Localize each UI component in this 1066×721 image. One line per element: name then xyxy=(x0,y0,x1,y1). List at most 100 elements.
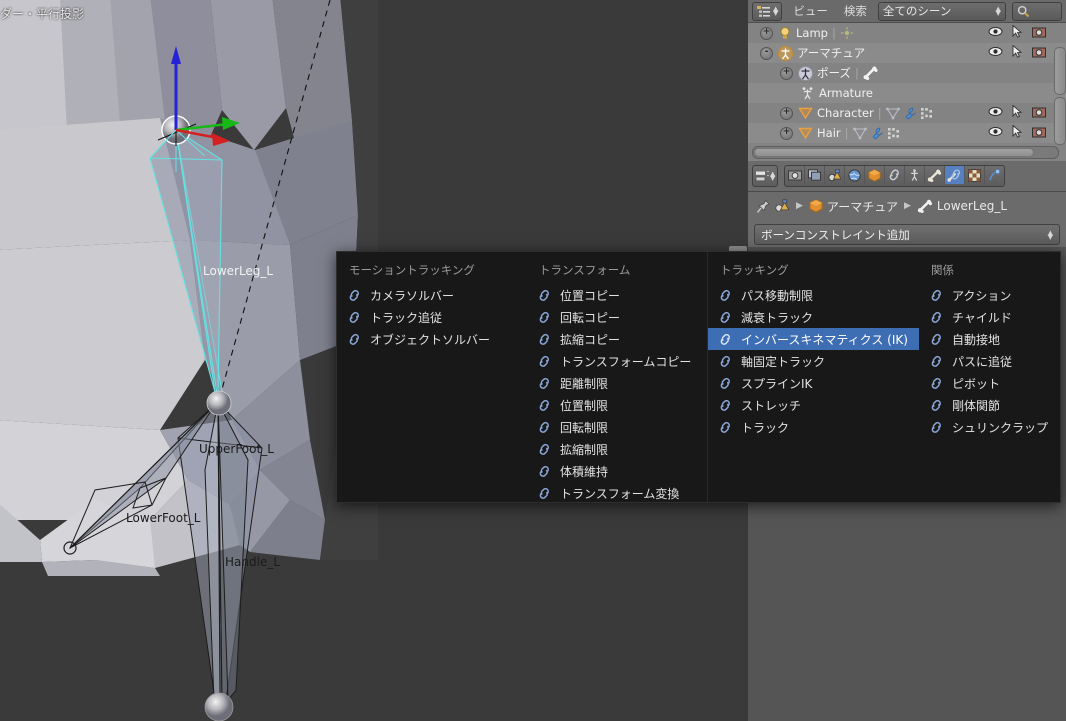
menu-item-floor[interactable]: 自動接地 xyxy=(919,328,1059,350)
eye-icon[interactable] xyxy=(984,26,1006,40)
cursor-icon[interactable] xyxy=(1006,24,1028,41)
world-tab[interactable] xyxy=(845,166,866,184)
expander-icon[interactable]: + xyxy=(780,66,793,80)
bone-icon[interactable] xyxy=(863,66,879,80)
menu-item-follow-path[interactable]: パスに追従 xyxy=(919,350,1059,372)
camera-icon[interactable] xyxy=(1028,126,1050,141)
scroll-thumb[interactable] xyxy=(754,148,1034,157)
render-tab[interactable] xyxy=(785,166,806,184)
outliner-row-toggles[interactable] xyxy=(984,103,1050,123)
outliner-row-character[interactable]: + Character | xyxy=(748,103,1066,123)
menu-item-shrinkwrap[interactable]: シュリンクラップ xyxy=(919,416,1059,438)
expander-icon[interactable]: + xyxy=(780,106,793,120)
add-bone-constraint-menu[interactable]: モーショントラッキング カメラソルバー トラック追従 オブジェクトソルバー トラ… xyxy=(336,251,1061,503)
cursor-icon[interactable] xyxy=(1006,104,1028,121)
outliner-horizontal-scrollbar[interactable] xyxy=(752,146,1059,159)
menu-item-limit-scale[interactable]: 拡縮制限 xyxy=(527,438,707,460)
scene-icon[interactable] xyxy=(775,199,790,213)
outliner-editor[interactable]: ▲ ▼ ビュー 検索 全てのシーン ▲ ▼ + Lamp | - アーマチュア … xyxy=(748,0,1066,161)
camera-icon[interactable] xyxy=(1028,46,1050,61)
mesh-data-icon[interactable] xyxy=(852,127,867,140)
menu-item-copy-rotation[interactable]: 回転コピー xyxy=(527,306,707,328)
scene-filter-select[interactable]: 全てのシーン ▲ ▼ xyxy=(877,1,1006,21)
menu-item-copy-location[interactable]: 位置コピー xyxy=(527,284,707,306)
menu-item-pivot[interactable]: ピボット xyxy=(919,372,1059,394)
outliner-row-toggles[interactable] xyxy=(984,123,1050,143)
pin-icon[interactable] xyxy=(756,199,771,214)
menu-item-action[interactable]: アクション xyxy=(919,284,1059,306)
scroll-thumb-upper[interactable] xyxy=(1054,47,1066,95)
bone-constraint-tab[interactable] xyxy=(945,166,966,184)
outliner-row-toggles[interactable] xyxy=(984,23,1050,43)
render-layers-tab[interactable] xyxy=(805,166,826,184)
menu-item-transformation[interactable]: トランスフォーム変換 xyxy=(527,482,707,504)
outliner-menu-search[interactable]: 検索 xyxy=(839,3,872,19)
outliner-display-mode-button[interactable]: ▲ ▼ xyxy=(752,1,783,21)
menu-item-limit-distance[interactable]: 距離制限 xyxy=(527,372,707,394)
menu-item-stretch-to[interactable]: ストレッチ xyxy=(708,394,919,416)
texture-tab[interactable] xyxy=(965,166,986,184)
outliner-row-pose[interactable]: + ポーズ | xyxy=(748,63,1066,83)
cursor-icon[interactable] xyxy=(1006,44,1028,61)
menu-item-locked-track[interactable]: 軸固定トラック xyxy=(708,350,919,372)
properties-icon xyxy=(755,170,769,181)
outliner-row-lamp[interactable]: + Lamp | xyxy=(748,23,1066,43)
bone-tab[interactable] xyxy=(925,166,946,184)
menu-item-maintain-volume[interactable]: 体積維持 xyxy=(527,460,707,482)
expander-icon[interactable]: + xyxy=(780,126,793,140)
camera-icon[interactable] xyxy=(1028,26,1050,41)
outliner-vertical-scrollbar[interactable] xyxy=(1054,47,1066,145)
eye-icon[interactable] xyxy=(984,106,1006,120)
vertexgroup-icon[interactable] xyxy=(920,107,934,120)
editor-type-spinner[interactable]: ▲ ▼ xyxy=(770,171,775,182)
transform-gizmo[interactable] xyxy=(140,20,300,160)
outliner-row-armature-data[interactable]: Armature xyxy=(748,83,1066,103)
cursor-icon[interactable] xyxy=(1006,124,1028,141)
object-tab[interactable] xyxy=(865,166,886,184)
physics-tab[interactable] xyxy=(985,166,1004,184)
modifier-icon[interactable] xyxy=(870,127,884,140)
outliner-row-hair[interactable]: + Hair | xyxy=(748,123,1066,143)
scroll-thumb-lower[interactable] xyxy=(1054,97,1066,145)
menu-item-damped-track[interactable]: 減衰トラック xyxy=(708,306,919,328)
menu-item-spline-ik[interactable]: スプラインIK xyxy=(708,372,919,394)
menu-item-limit-rotation[interactable]: 回転制限 xyxy=(527,416,707,438)
breadcrumb-object-name[interactable]: アーマチュア xyxy=(827,198,898,215)
add-bone-constraint-dropdown[interactable]: ボーンコンストレイント追加 ▲ ▼ xyxy=(754,224,1060,245)
outliner-row-armature-object[interactable]: - アーマチュア xyxy=(748,43,1066,63)
object-data-tab[interactable] xyxy=(905,166,926,184)
object-constraints-tab[interactable] xyxy=(885,166,906,184)
menu-item-child-of[interactable]: チャイルド xyxy=(919,306,1059,328)
eye-icon[interactable] xyxy=(984,46,1006,60)
menu-item-follow-track[interactable]: トラック追従 xyxy=(337,306,527,328)
outliner-row-toggles[interactable] xyxy=(984,43,1050,63)
menu-item-inverse-kinematics[interactable]: インバースキネマティクス (IK) xyxy=(708,328,919,350)
menu-item-camera-solver[interactable]: カメラソルバー xyxy=(337,284,527,306)
menu-item-track-to[interactable]: トラック xyxy=(708,416,919,438)
menu-item-clamp-to[interactable]: パス移動制限 xyxy=(708,284,919,306)
scene-tab[interactable] xyxy=(825,166,846,184)
menu-item-copy-scale[interactable]: 拡縮コピー xyxy=(527,328,707,350)
outliner-tree[interactable]: + Lamp | - アーマチュア + ポーズ | Armature + Cha… xyxy=(748,23,1066,147)
display-mode-spinner[interactable]: ▲ ▼ xyxy=(773,6,778,17)
menu-item-object-solver[interactable]: オブジェクトソルバー xyxy=(337,328,527,350)
properties-editor-type-button[interactable]: ▲ ▼ xyxy=(752,165,779,187)
modifier-icon[interactable] xyxy=(903,107,917,120)
lamp-data-icon[interactable] xyxy=(840,26,854,40)
outliner-menu-view[interactable]: ビュー xyxy=(788,3,833,19)
properties-tabs[interactable] xyxy=(784,165,1006,187)
menu-item-limit-location[interactable]: 位置制限 xyxy=(527,394,707,416)
eye-icon[interactable] xyxy=(984,126,1006,140)
breadcrumb-bone-name[interactable]: LowerLeg_L xyxy=(937,199,1007,213)
menu-item-copy-transforms[interactable]: トランスフォームコピー xyxy=(527,350,707,372)
camera-icon[interactable] xyxy=(1028,106,1050,121)
vertexgroup-icon[interactable] xyxy=(887,127,901,140)
mesh-data-icon[interactable] xyxy=(885,107,900,120)
expander-icon[interactable]: + xyxy=(760,26,773,40)
outliner-search-input[interactable] xyxy=(1011,1,1062,21)
bone-icon xyxy=(928,169,942,182)
menu-item-label: パス移動制限 xyxy=(741,288,814,303)
menu-item-rigid-body-joint[interactable]: 剛体関節 xyxy=(919,394,1059,416)
mesh-object-icon xyxy=(798,127,813,140)
expander-icon[interactable]: - xyxy=(760,46,773,60)
